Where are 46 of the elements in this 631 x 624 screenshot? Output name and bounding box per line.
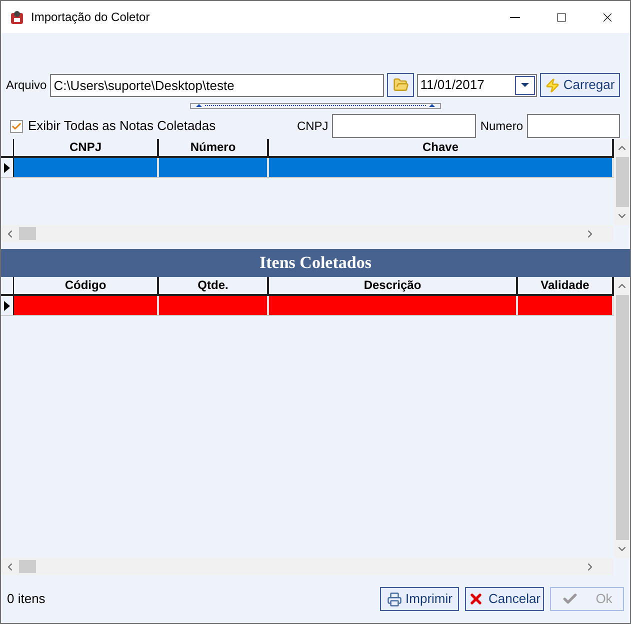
scroll-thumb[interactable] — [616, 157, 628, 207]
scroll-thumb[interactable] — [616, 295, 628, 540]
lightning-icon — [545, 78, 560, 92]
up-arrow-icon — [429, 104, 435, 107]
up-arrow-icon — [196, 104, 202, 107]
column-header[interactable]: Descrição — [269, 277, 518, 294]
splitter-handle[interactable] — [190, 102, 441, 108]
table-row[interactable] — [1, 296, 614, 316]
browse-button[interactable] — [387, 73, 414, 97]
horizontal-scrollbar[interactable] — [1, 558, 613, 575]
section-header: Itens Coletados — [1, 249, 630, 277]
folder-icon — [392, 77, 409, 93]
date-field[interactable]: 11/01/2017 — [417, 74, 538, 96]
cnpj-label: CNPJ — [296, 118, 328, 135]
item-count: 0 itens — [7, 590, 46, 608]
column-header[interactable]: Número — [159, 139, 269, 156]
numero-field[interactable] — [527, 114, 620, 138]
maximize-icon — [556, 12, 566, 22]
load-button[interactable]: Carregar — [540, 73, 620, 97]
app-icon — [9, 9, 25, 25]
file-path-field[interactable]: C:\Users\suporte\Desktop\teste — [50, 74, 384, 96]
caret-icon — [521, 83, 530, 87]
column-header[interactable]: CNPJ — [14, 139, 159, 156]
scroll-thumb[interactable] — [19, 560, 36, 573]
check-icon — [11, 120, 22, 132]
print-button[interactable]: Imprimir — [380, 587, 459, 611]
horizontal-scrollbar[interactable] — [1, 225, 613, 242]
minimize-icon — [510, 16, 520, 18]
table-row[interactable] — [1, 158, 614, 178]
dropdown-button[interactable] — [515, 76, 536, 94]
row-pointer-icon — [4, 162, 10, 172]
numero-label: Numero — [480, 118, 523, 135]
vertical-scrollbar[interactable] — [614, 139, 630, 225]
scroll-thumb[interactable] — [19, 227, 36, 240]
checkbox[interactable] — [10, 120, 23, 132]
file-label: Arquivo — [6, 77, 47, 94]
row-pointer-icon — [4, 300, 10, 310]
window-title: Importação do Coletor — [31, 9, 150, 26]
cancel-button[interactable]: Cancelar — [465, 587, 544, 611]
printer-icon — [386, 592, 402, 606]
cnpj-field[interactable] — [332, 114, 476, 138]
column-header[interactable]: Código — [14, 277, 159, 294]
close-icon — [468, 591, 484, 607]
column-header[interactable]: Qtde. — [159, 277, 269, 294]
vertical-scrollbar[interactable] — [614, 277, 630, 558]
checkbox-label: Exibir Todas as Notas Coletadas — [28, 117, 216, 136]
